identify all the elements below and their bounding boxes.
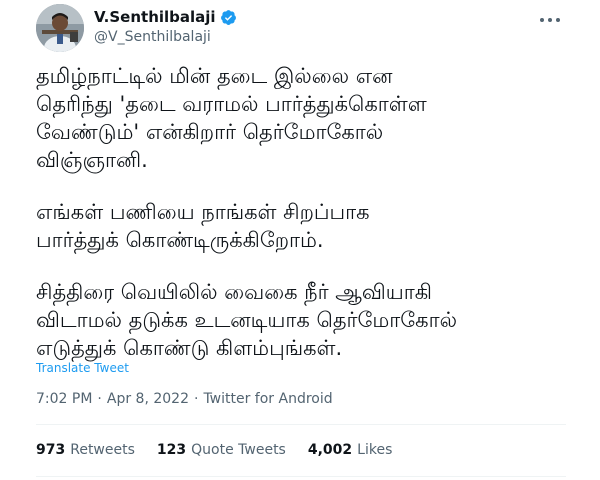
tweet-paragraph: தமிழ்நாட்டில் மின் தடை இல்லை என தெரிந்து… bbox=[36, 64, 427, 172]
tweet-paragraph: சித்திரை வெயிலில் வைகை நீர் ஆவியாகி விடா… bbox=[36, 280, 457, 360]
divider bbox=[36, 476, 566, 477]
divider bbox=[36, 424, 566, 425]
likes-stat[interactable]: 4,002 Likes bbox=[308, 442, 393, 458]
meta-separator: · bbox=[97, 391, 102, 407]
retweets-stat[interactable]: 973 Retweets bbox=[36, 442, 135, 458]
quote-tweets-count: 123 bbox=[156, 442, 187, 458]
tweet-paragraph: எங்கள் பணியை நாங்கள் சிறப்பாக பார்த்துக்… bbox=[36, 200, 370, 252]
avatar[interactable] bbox=[36, 4, 84, 52]
tweet-meta: 7:02 PM · Apr 8, 2022 · Twitter for Andr… bbox=[36, 391, 333, 407]
likes-label: Likes bbox=[357, 442, 393, 458]
likes-count: 4,002 bbox=[307, 442, 353, 458]
quote-tweets-stat[interactable]: 123 Quote Tweets bbox=[157, 442, 286, 458]
tweet-time[interactable]: 7:02 PM bbox=[36, 391, 92, 407]
tweet-date[interactable]: Apr 8, 2022 bbox=[107, 391, 189, 407]
display-name-text: V.Senthilbalaji bbox=[94, 8, 216, 26]
quote-tweets-label: Quote Tweets bbox=[191, 442, 286, 458]
retweets-count: 973 bbox=[36, 442, 66, 458]
tweet-text: தமிழ்நாட்டில் மின் தடை இல்லை என தெரிந்து… bbox=[36, 62, 586, 362]
author-handle[interactable]: @V_Senthilbalaji bbox=[94, 29, 211, 45]
avatar-image bbox=[36, 4, 84, 52]
tweet-stats: 973 Retweets 123 Quote Tweets 4,002 Likes bbox=[36, 442, 392, 458]
tweet-source[interactable]: Twitter for Android bbox=[203, 391, 332, 407]
translate-tweet-link[interactable]: Translate Tweet bbox=[36, 361, 129, 375]
verified-badge-icon bbox=[220, 9, 236, 25]
meta-separator: · bbox=[193, 391, 199, 407]
retweets-label: Retweets bbox=[70, 442, 135, 458]
tweet-card: V.Senthilbalaji @V_Senthilbalaji தமிழ்நா… bbox=[0, 0, 600, 480]
more-options-icon[interactable] bbox=[538, 14, 562, 26]
author-display-name[interactable]: V.Senthilbalaji bbox=[94, 8, 237, 26]
